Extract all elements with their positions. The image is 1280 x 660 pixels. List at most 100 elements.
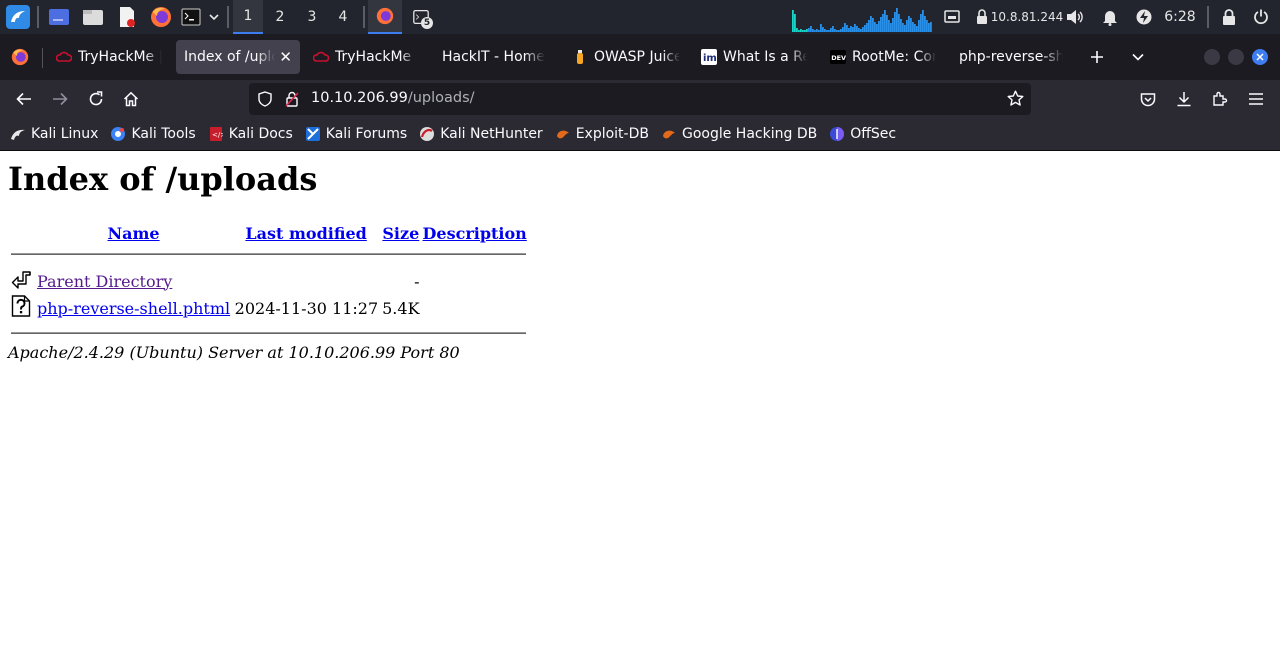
traffic-bar <box>796 28 798 32</box>
network-traffic-graph <box>792 8 932 32</box>
bookmark-kali-nethunter[interactable]: Kali NetHunter <box>419 126 543 142</box>
traffic-bar <box>826 30 828 32</box>
bookmark-label: Google Hacking DB <box>681 126 818 142</box>
url-bar[interactable]: 10.10.206.99/uploads/ <box>249 83 1031 115</box>
kali-dragon-icon <box>10 126 26 142</box>
traffic-bar <box>792 10 794 32</box>
reload-button[interactable] <box>81 84 111 114</box>
page-title: Index of /uploads <box>8 160 318 198</box>
reload-icon <box>89 91 103 106</box>
taskbar-firefox-window[interactable] <box>368 0 402 34</box>
bookmark-star-icon[interactable] <box>1007 90 1024 111</box>
traffic-bar <box>832 26 834 32</box>
traffic-bar <box>926 20 928 32</box>
name-cell: Parent Directory <box>36 269 231 293</box>
tab-tryhackme-2[interactable]: TryHackMe | <box>305 40 425 74</box>
bookmark-kali-forums[interactable]: Kali Forums <box>305 126 407 142</box>
traffic-bar <box>908 16 910 32</box>
insecure-lock-icon[interactable] <box>284 91 300 111</box>
kali-forums-icon <box>305 126 321 142</box>
network-manager-button[interactable] <box>941 0 963 34</box>
firefox-launcher-button[interactable] <box>148 0 174 34</box>
list-all-tabs-button[interactable] <box>1124 40 1152 74</box>
forward-button[interactable] <box>45 84 75 114</box>
logout-button[interactable] <box>1250 0 1272 34</box>
tab-tryhackme-1[interactable]: TryHackMe | <box>48 40 170 74</box>
icon-cell <box>10 295 34 321</box>
file-manager-button[interactable] <box>80 0 106 34</box>
traffic-bar <box>856 26 858 32</box>
size-cell: 5.4K <box>382 298 420 318</box>
clock[interactable]: 6:28 <box>1160 0 1200 34</box>
show-desktop-button[interactable] <box>46 0 72 34</box>
download-icon <box>1177 92 1191 107</box>
url-text[interactable]: 10.10.206.99/uploads/ <box>311 90 475 106</box>
close-tab-icon[interactable]: ✕ <box>279 48 292 66</box>
terminal-launcher-button[interactable] <box>180 0 202 34</box>
maximize-window-button[interactable] <box>1228 49 1244 65</box>
pocket-button[interactable] <box>1133 84 1163 114</box>
unknown-file-icon <box>11 295 31 317</box>
home-button[interactable] <box>116 84 146 114</box>
traffic-bar <box>810 26 812 32</box>
taskbar-terminal-window[interactable]: 5 <box>406 0 436 34</box>
bookmark-label: Kali Linux <box>31 126 99 142</box>
traffic-bar <box>900 19 902 32</box>
parent-directory-link[interactable]: Parent Directory <box>37 272 172 291</box>
name-column-header: Name <box>36 221 231 245</box>
new-tab-button[interactable] <box>1083 40 1111 74</box>
tab-owasp-juice[interactable]: OWASP Juice <box>564 40 688 74</box>
firefox-icon <box>11 48 29 66</box>
close-window-button[interactable] <box>1252 49 1268 65</box>
downloads-button[interactable] <box>1169 84 1199 114</box>
bookmark-kali-docs[interactable]: </> Kali Docs <box>208 126 293 142</box>
tab-php-reverse-shell[interactable]: php-reverse-she <box>951 40 1071 74</box>
sort-by-last-modified-link[interactable]: Last modified <box>245 224 366 243</box>
workspace-2[interactable]: 2 <box>265 0 295 34</box>
app-menu-button[interactable] <box>1241 84 1271 114</box>
imperva-icon: im <box>701 49 717 65</box>
power-icon <box>1254 9 1268 25</box>
back-button[interactable] <box>9 84 39 114</box>
text-editor-button[interactable] <box>114 0 140 34</box>
traffic-bar <box>822 27 824 32</box>
file-link-php-reverse-shell[interactable]: php-reverse-shell.phtml <box>37 299 230 318</box>
table-header-row: Name Last modified Size Description <box>10 221 527 245</box>
sort-by-name-link[interactable]: Name <box>108 224 160 243</box>
minimize-window-button[interactable] <box>1204 49 1220 65</box>
traffic-bar <box>834 29 836 32</box>
forward-arrow-icon <box>53 92 68 106</box>
tab-index-of-uploads[interactable]: Index of /uploads ✕ <box>176 40 300 74</box>
bookmark-kali-linux[interactable]: Kali Linux <box>10 126 98 142</box>
lock-screen-button[interactable] <box>1218 0 1240 34</box>
vpn-ip-address: 10.8.81.244 <box>990 10 1064 24</box>
bookmark-exploit-db[interactable]: Exploit-DB <box>555 126 649 142</box>
firefox-view-button[interactable] <box>6 40 34 74</box>
tracking-protection-shield-icon[interactable] <box>257 91 273 111</box>
launcher-dropdown-button[interactable] <box>206 0 222 34</box>
chevron-down-icon <box>209 14 219 21</box>
bookmark-kali-tools[interactable]: Kali Tools <box>110 126 196 142</box>
pocket-icon <box>1140 92 1156 106</box>
kali-menu-button[interactable] <box>4 0 32 34</box>
bookmark-offsec[interactable]: OffSec <box>829 126 896 142</box>
tab-label: TryHackMe | <box>335 49 417 65</box>
tab-hackit-home[interactable]: HackIT - Home <box>434 40 554 74</box>
bookmark-google-hacking-db[interactable]: Google Hacking DB <box>661 126 817 142</box>
tab-what-is-a-rev[interactable]: im What Is a Rev <box>693 40 815 74</box>
size-column-header: Size <box>381 221 420 245</box>
power-manager-button[interactable] <box>1133 0 1155 34</box>
traffic-bar <box>830 28 832 32</box>
sort-by-description-link[interactable]: Description <box>423 224 527 243</box>
notifications-button[interactable] <box>1099 0 1121 34</box>
workspace-3[interactable]: 3 <box>297 0 327 34</box>
workspace-4[interactable]: 4 <box>328 0 358 34</box>
extensions-button[interactable] <box>1205 84 1235 114</box>
workspace-1[interactable]: 1 <box>233 0 263 34</box>
traffic-bar <box>922 10 924 32</box>
volume-button[interactable] <box>1064 0 1086 34</box>
sort-by-size-link[interactable]: Size <box>382 224 419 243</box>
tab-rootme[interactable]: DEV RootMe: Con <box>822 40 944 74</box>
traffic-bar <box>872 18 874 32</box>
kali-logo-icon <box>6 5 30 29</box>
